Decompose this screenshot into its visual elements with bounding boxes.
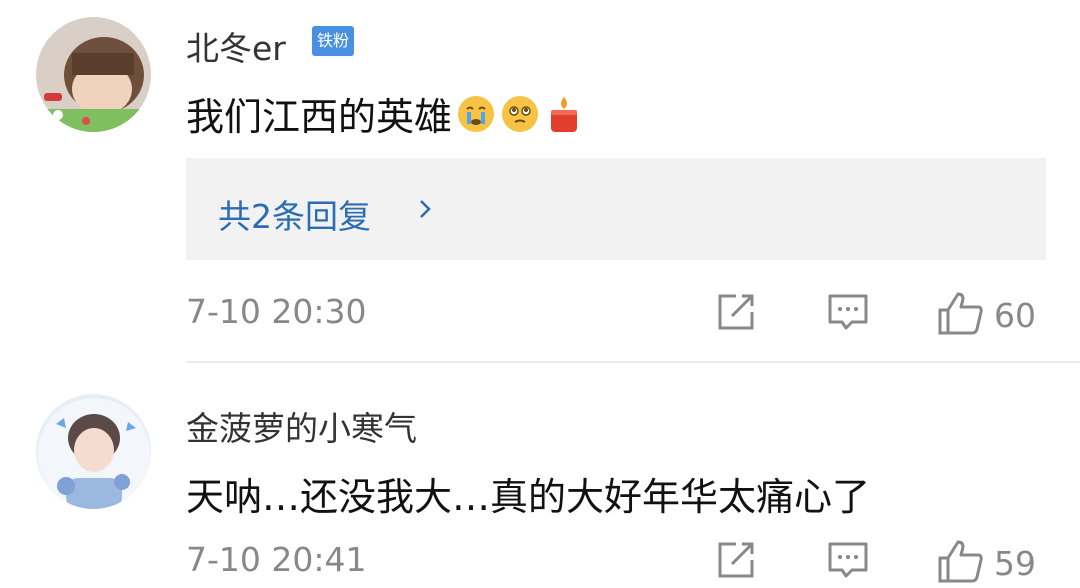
comment-icon	[826, 294, 870, 338]
comment-text: 天呐…还没我大…真的大好年华太痛心了	[186, 466, 870, 521]
avatar[interactable]	[36, 394, 151, 509]
reply-button[interactable]	[826, 538, 870, 586]
like-button[interactable]: 59	[936, 538, 1036, 588]
avatar[interactable]	[36, 17, 151, 132]
like-count: 59	[994, 543, 1036, 583]
timestamp: 7-10 20:41	[186, 540, 367, 579]
thumbs-up-icon	[936, 538, 984, 588]
comment-item: 金菠萝的小寒气 天呐…还没我大…真的大好年华太痛心了 7-10 20:41 59	[0, 362, 1080, 585]
comment-text-body: 天呐…还没我大…真的大好年华太痛心了	[186, 475, 871, 519]
username[interactable]: 金菠萝的小寒气	[186, 402, 417, 450]
like-count: 60	[994, 295, 1036, 335]
replies-count-link[interactable]: 共2条回复	[218, 190, 371, 238]
thumbs-up-icon	[936, 290, 984, 340]
timestamp: 7-10 20:30	[186, 292, 367, 331]
username[interactable]: 北冬er	[186, 22, 286, 70]
candle-icon	[544, 94, 584, 134]
fan-badge: 铁粉	[312, 26, 355, 56]
crying-face-icon	[456, 94, 496, 134]
pleading-face-icon	[500, 94, 540, 134]
chevron-right-icon	[418, 198, 432, 224]
reply-button[interactable]	[826, 290, 870, 338]
comment-icon	[826, 542, 870, 586]
like-button[interactable]: 60	[936, 290, 1036, 340]
replies-summary[interactable]: 共2条回复	[186, 158, 1046, 260]
share-icon	[714, 294, 758, 338]
comment-item: 北冬er 铁粉 我们江西的英雄 共2条回复 7-10 20:30 60	[0, 0, 1080, 362]
share-icon	[714, 542, 758, 586]
comment-text-body: 我们江西的英雄	[186, 95, 453, 139]
share-button[interactable]	[714, 290, 758, 338]
comment-text: 我们江西的英雄	[186, 86, 584, 141]
share-button[interactable]	[714, 538, 758, 586]
